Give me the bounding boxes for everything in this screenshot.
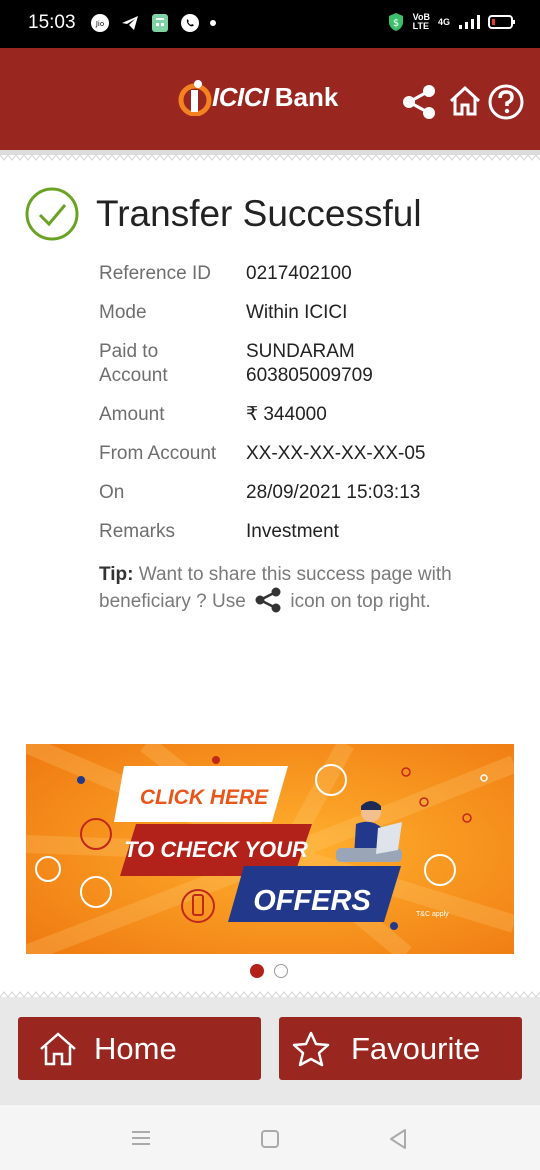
detail-value: XX-XX-XX-XX-XX-05 — [246, 443, 426, 464]
detail-label-line: Paid to — [99, 341, 159, 362]
footer-bar: Home Favourite — [0, 1000, 540, 1104]
detail-value: ₹ 344000 — [246, 404, 327, 425]
detail-value: 28/09/2021 15:03:13 — [246, 482, 421, 503]
status-system-icons: $ VoB LTE 4G — [387, 12, 516, 32]
divider-zigzag-top — [0, 150, 540, 161]
home-button-label: Home — [94, 1030, 177, 1066]
banner-line2: TO CHECK YOUR — [124, 837, 308, 862]
detail-value-line: 603805009709 — [246, 365, 373, 386]
detail-label-line: Account — [99, 365, 168, 386]
star-icon — [292, 1031, 330, 1066]
logo-bank-text: Bank — [274, 81, 339, 112]
carousel-dot-active[interactable] — [250, 964, 264, 978]
detail-label: Mode — [99, 302, 147, 323]
system-nav-bar — [0, 1104, 540, 1170]
detail-label: From Account — [99, 443, 217, 464]
success-check-icon — [25, 187, 79, 241]
telegram-icon — [122, 16, 138, 30]
detail-row-from-account: From Account XX-XX-XX-XX-XX-05 — [99, 442, 519, 466]
detail-label: Amount — [99, 404, 165, 425]
svg-text:Jio: Jio — [95, 20, 104, 28]
detail-value: SUNDARAM 603805009709 — [246, 340, 519, 388]
status-time: 15:03 — [28, 12, 76, 33]
network-type: 4G — [437, 16, 450, 27]
detail-label: Paid to Account — [99, 340, 246, 388]
favourite-button-label: Favourite — [351, 1030, 481, 1066]
back-icon[interactable] — [388, 1128, 408, 1150]
logo-text: ICICI — [212, 81, 269, 112]
detail-row-paid-to: Paid to Account SUNDARAM 603805009709 — [99, 340, 519, 388]
banner-line1: CLICK HERE — [140, 786, 269, 809]
recent-apps-icon[interactable] — [131, 1129, 151, 1147]
banner-line3: OFFERS — [253, 885, 371, 917]
shield-dollar-icon: $ — [388, 13, 403, 31]
share-icon[interactable] — [400, 84, 438, 120]
share-icon — [255, 587, 281, 613]
signal-icon — [459, 15, 480, 29]
help-icon[interactable] — [487, 83, 525, 121]
jio-icon: Jio — [91, 14, 109, 32]
notification-dot — [210, 20, 216, 26]
detail-value: Within ICICI — [246, 302, 348, 323]
svg-text:$: $ — [392, 18, 398, 29]
home-button[interactable]: Home — [18, 1017, 261, 1080]
detail-row-mode: Mode Within ICICI — [99, 301, 519, 325]
share-tip: Tip: Want to share this success page wit… — [99, 563, 499, 614]
carousel-indicator — [250, 964, 288, 978]
banner-art: CLICK HERE TO CHECK YOUR OFFERS T&C appl… — [26, 744, 514, 954]
detail-row-on: On 28/09/2021 15:03:13 — [99, 481, 519, 505]
detail-row-reference: Reference ID 0217402100 — [99, 262, 519, 286]
home-icon — [40, 1031, 76, 1065]
banner-tnc: T&C apply — [416, 911, 449, 918]
icici-logo-icon — [178, 80, 212, 116]
calculator-icon — [152, 14, 168, 32]
status-notification-icons: Jio — [90, 13, 216, 33]
detail-value: 0217402100 — [246, 263, 352, 284]
whatsapp-icon — [181, 14, 199, 32]
icici-bank-logo: ICICI Bank — [178, 78, 338, 116]
tip-label: Tip: — [99, 564, 134, 585]
page-title: Transfer Successful — [96, 193, 422, 234]
favourite-button[interactable]: Favourite — [279, 1017, 522, 1080]
home-nav-icon[interactable] — [260, 1129, 280, 1149]
detail-label: Reference ID — [99, 263, 211, 284]
detail-label: Remarks — [99, 521, 176, 542]
status-bar: 15:03 Jio $ VoB LTE 4G — [0, 0, 540, 48]
detail-value: Investment — [246, 521, 339, 542]
detail-row-amount: Amount ₹ 344000 — [99, 403, 519, 427]
home-icon[interactable] — [448, 84, 482, 118]
lte-label: LTE — [412, 21, 429, 31]
tip-text-end: icon on top right. — [290, 591, 431, 612]
offers-banner[interactable]: CLICK HERE TO CHECK YOUR OFFERS T&C appl… — [26, 744, 514, 954]
transfer-details: Reference ID 0217402100 Mode Within ICIC… — [99, 262, 519, 559]
detail-label: On — [99, 482, 125, 503]
carousel-dot[interactable] — [274, 964, 288, 978]
detail-row-remarks: Remarks Investment — [99, 520, 519, 544]
battery-icon — [488, 15, 515, 29]
app-header: ICICI Bank — [0, 48, 540, 150]
success-heading: Transfer Successful — [24, 186, 422, 242]
detail-value-line: SUNDARAM — [246, 341, 355, 362]
